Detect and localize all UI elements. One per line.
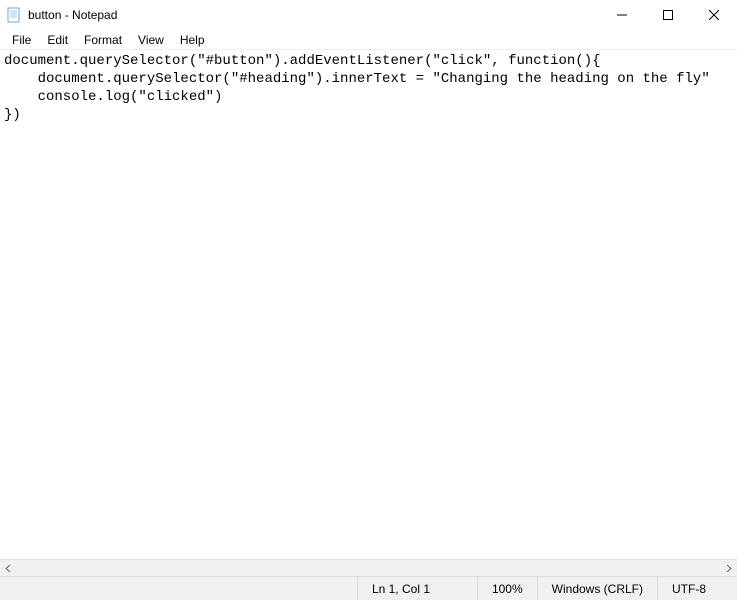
minimize-button[interactable] xyxy=(599,0,645,30)
horizontal-scrollbar[interactable] xyxy=(0,559,737,576)
status-linecol: Ln 1, Col 1 xyxy=(357,577,477,600)
menu-file[interactable]: File xyxy=(4,31,39,49)
status-eol: Windows (CRLF) xyxy=(537,577,657,600)
close-button[interactable] xyxy=(691,0,737,30)
maximize-button[interactable] xyxy=(645,0,691,30)
menu-format[interactable]: Format xyxy=(76,31,130,49)
status-encoding: UTF-8 xyxy=(657,577,737,600)
notepad-icon xyxy=(6,7,22,23)
menu-help[interactable]: Help xyxy=(172,31,213,49)
scroll-right-icon[interactable] xyxy=(720,560,737,577)
window-controls xyxy=(599,0,737,30)
status-spacer xyxy=(0,577,357,600)
window-title: button - Notepad xyxy=(28,8,599,22)
titlebar: button - Notepad xyxy=(0,0,737,30)
menubar: File Edit Format View Help xyxy=(0,30,737,50)
statusbar: Ln 1, Col 1 100% Windows (CRLF) UTF-8 xyxy=(0,576,737,600)
text-editor[interactable]: document.querySelector("#button").addEve… xyxy=(0,50,737,559)
menu-edit[interactable]: Edit xyxy=(39,31,76,49)
scroll-left-icon[interactable] xyxy=(0,560,17,577)
status-zoom: 100% xyxy=(477,577,537,600)
menu-view[interactable]: View xyxy=(130,31,172,49)
